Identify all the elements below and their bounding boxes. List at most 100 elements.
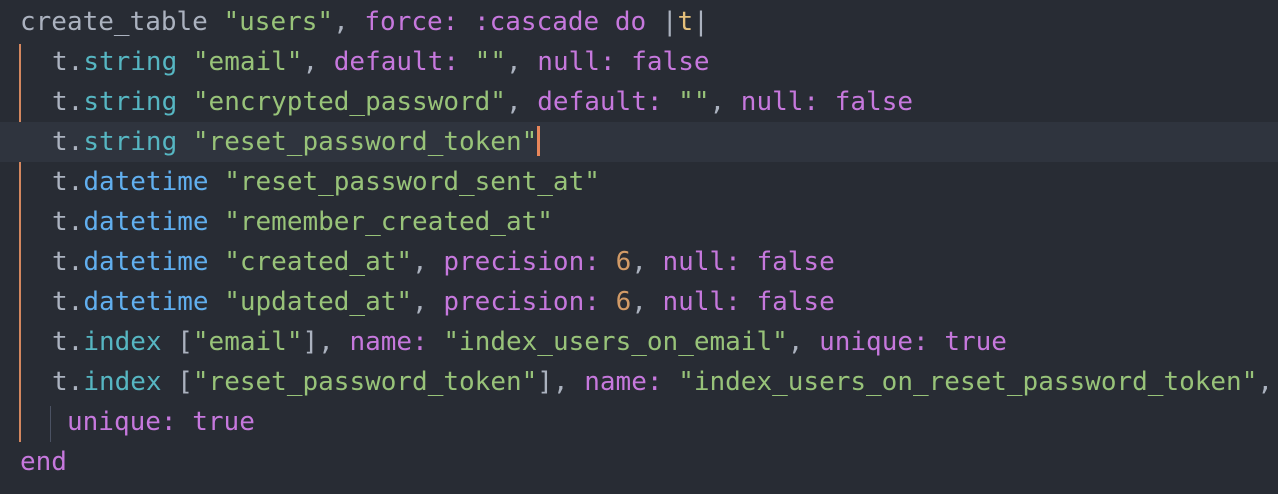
- code-token: ,: [709, 87, 741, 117]
- code-line[interactable]: t.datetime "remember_created_at": [0, 202, 1278, 242]
- code-token: default:: [537, 87, 663, 117]
- code-line-content: t.datetime "remember_created_at": [52, 202, 553, 242]
- code-token: ,: [333, 7, 365, 37]
- code-token: t: [677, 7, 694, 37]
- code-token: "": [474, 47, 506, 77]
- code-line[interactable]: t.datetime "reset_password_sent_at": [0, 162, 1278, 202]
- code-token: "encrypted_password": [192, 87, 506, 117]
- code-token: string: [83, 127, 178, 157]
- code-line-content: t.string "reset_password_token": [52, 122, 541, 162]
- code-token: "remember_created_at": [224, 207, 553, 237]
- code-token: ],: [537, 367, 585, 397]
- code-line-content: t.index ["email"], name: "index_users_on…: [52, 322, 1007, 362]
- code-token: "created_at": [224, 247, 413, 277]
- code-token: ,: [505, 47, 538, 77]
- code-line-content: t.datetime "created_at", precision: 6, n…: [52, 242, 835, 282]
- code-token: "users": [223, 7, 334, 37]
- text-cursor: [537, 125, 541, 156]
- code-line[interactable]: t.string "encrypted_password", default: …: [0, 82, 1278, 122]
- code-token: do: [614, 7, 647, 37]
- code-token: true: [192, 407, 255, 437]
- code-token: t.: [52, 367, 84, 397]
- code-token: true: [944, 327, 1007, 357]
- code-line-content: t.datetime "updated_at", precision: 6, n…: [52, 282, 835, 322]
- code-token: t.: [52, 167, 84, 197]
- code-token: unique:: [67, 407, 177, 437]
- code-token: t.: [52, 327, 84, 357]
- code-token: false: [756, 287, 835, 317]
- code-token: "email": [192, 327, 303, 357]
- code-line[interactable]: t.datetime "updated_at", precision: 6, n…: [0, 282, 1278, 322]
- code-token: "reset_password_token": [192, 367, 538, 397]
- code-token: ,: [412, 247, 444, 277]
- code-token: t.: [52, 87, 84, 117]
- code-line-content: unique: true: [67, 402, 255, 442]
- code-token: string: [83, 87, 178, 117]
- code-token: false: [834, 87, 914, 117]
- code-editor[interactable]: create_table "users", force: :cascade do…: [0, 0, 1278, 494]
- code-token: "updated_at": [224, 287, 413, 317]
- code-token: ],: [302, 327, 350, 357]
- code-token: end: [20, 447, 67, 477]
- code-line-content: t.string "encrypted_password", default: …: [52, 82, 913, 122]
- code-token: datetime: [83, 247, 209, 277]
- code-token: ,: [787, 327, 820, 357]
- code-token: string: [83, 47, 178, 77]
- code-token: ,: [631, 247, 663, 277]
- code-token: null:: [662, 287, 741, 317]
- code-token: index: [83, 327, 162, 357]
- code-token: |: [646, 7, 678, 37]
- code-token: 6: [615, 287, 632, 317]
- code-token: precision:: [443, 247, 600, 277]
- code-line-content: t.index ["reset_password_token"], name: …: [52, 362, 1273, 402]
- code-token: t.: [52, 127, 84, 157]
- code-token: datetime: [83, 287, 209, 317]
- code-token: t.: [52, 247, 84, 277]
- code-token: ,: [412, 287, 444, 317]
- code-line[interactable]: t.string "reset_password_token": [0, 122, 1278, 162]
- code-token: [: [161, 367, 193, 397]
- code-token: null:: [662, 247, 741, 277]
- code-line[interactable]: unique: true: [0, 402, 1278, 442]
- code-token: null:: [537, 47, 616, 77]
- code-line-content: t.string "email", default: "", null: fal…: [52, 42, 710, 82]
- code-token: datetime: [83, 167, 209, 197]
- code-line-content: end: [20, 442, 67, 482]
- code-token: "email": [192, 47, 303, 77]
- code-token: "index_users_on_email": [443, 327, 788, 357]
- code-line-content: create_table "users", force: :cascade do…: [20, 2, 709, 42]
- code-token: :cascade: [473, 7, 600, 37]
- code-token: name:: [349, 327, 428, 357]
- code-line[interactable]: t.index ["email"], name: "index_users_on…: [0, 322, 1278, 362]
- code-token: [: [161, 327, 193, 357]
- code-token: false: [756, 247, 835, 277]
- code-token: name:: [584, 367, 663, 397]
- code-line[interactable]: create_table "users", force: :cascade do…: [0, 2, 1278, 42]
- code-line[interactable]: t.index ["reset_password_token"], name: …: [0, 362, 1278, 402]
- code-token: ,: [505, 87, 538, 117]
- code-token: t.: [52, 47, 84, 77]
- code-line[interactable]: end: [0, 442, 1278, 482]
- code-line[interactable]: t.string "email", default: "", null: fal…: [0, 42, 1278, 82]
- code-line[interactable]: t.datetime "created_at", precision: 6, n…: [0, 242, 1278, 282]
- code-token: "reset_password_sent_at": [224, 167, 600, 197]
